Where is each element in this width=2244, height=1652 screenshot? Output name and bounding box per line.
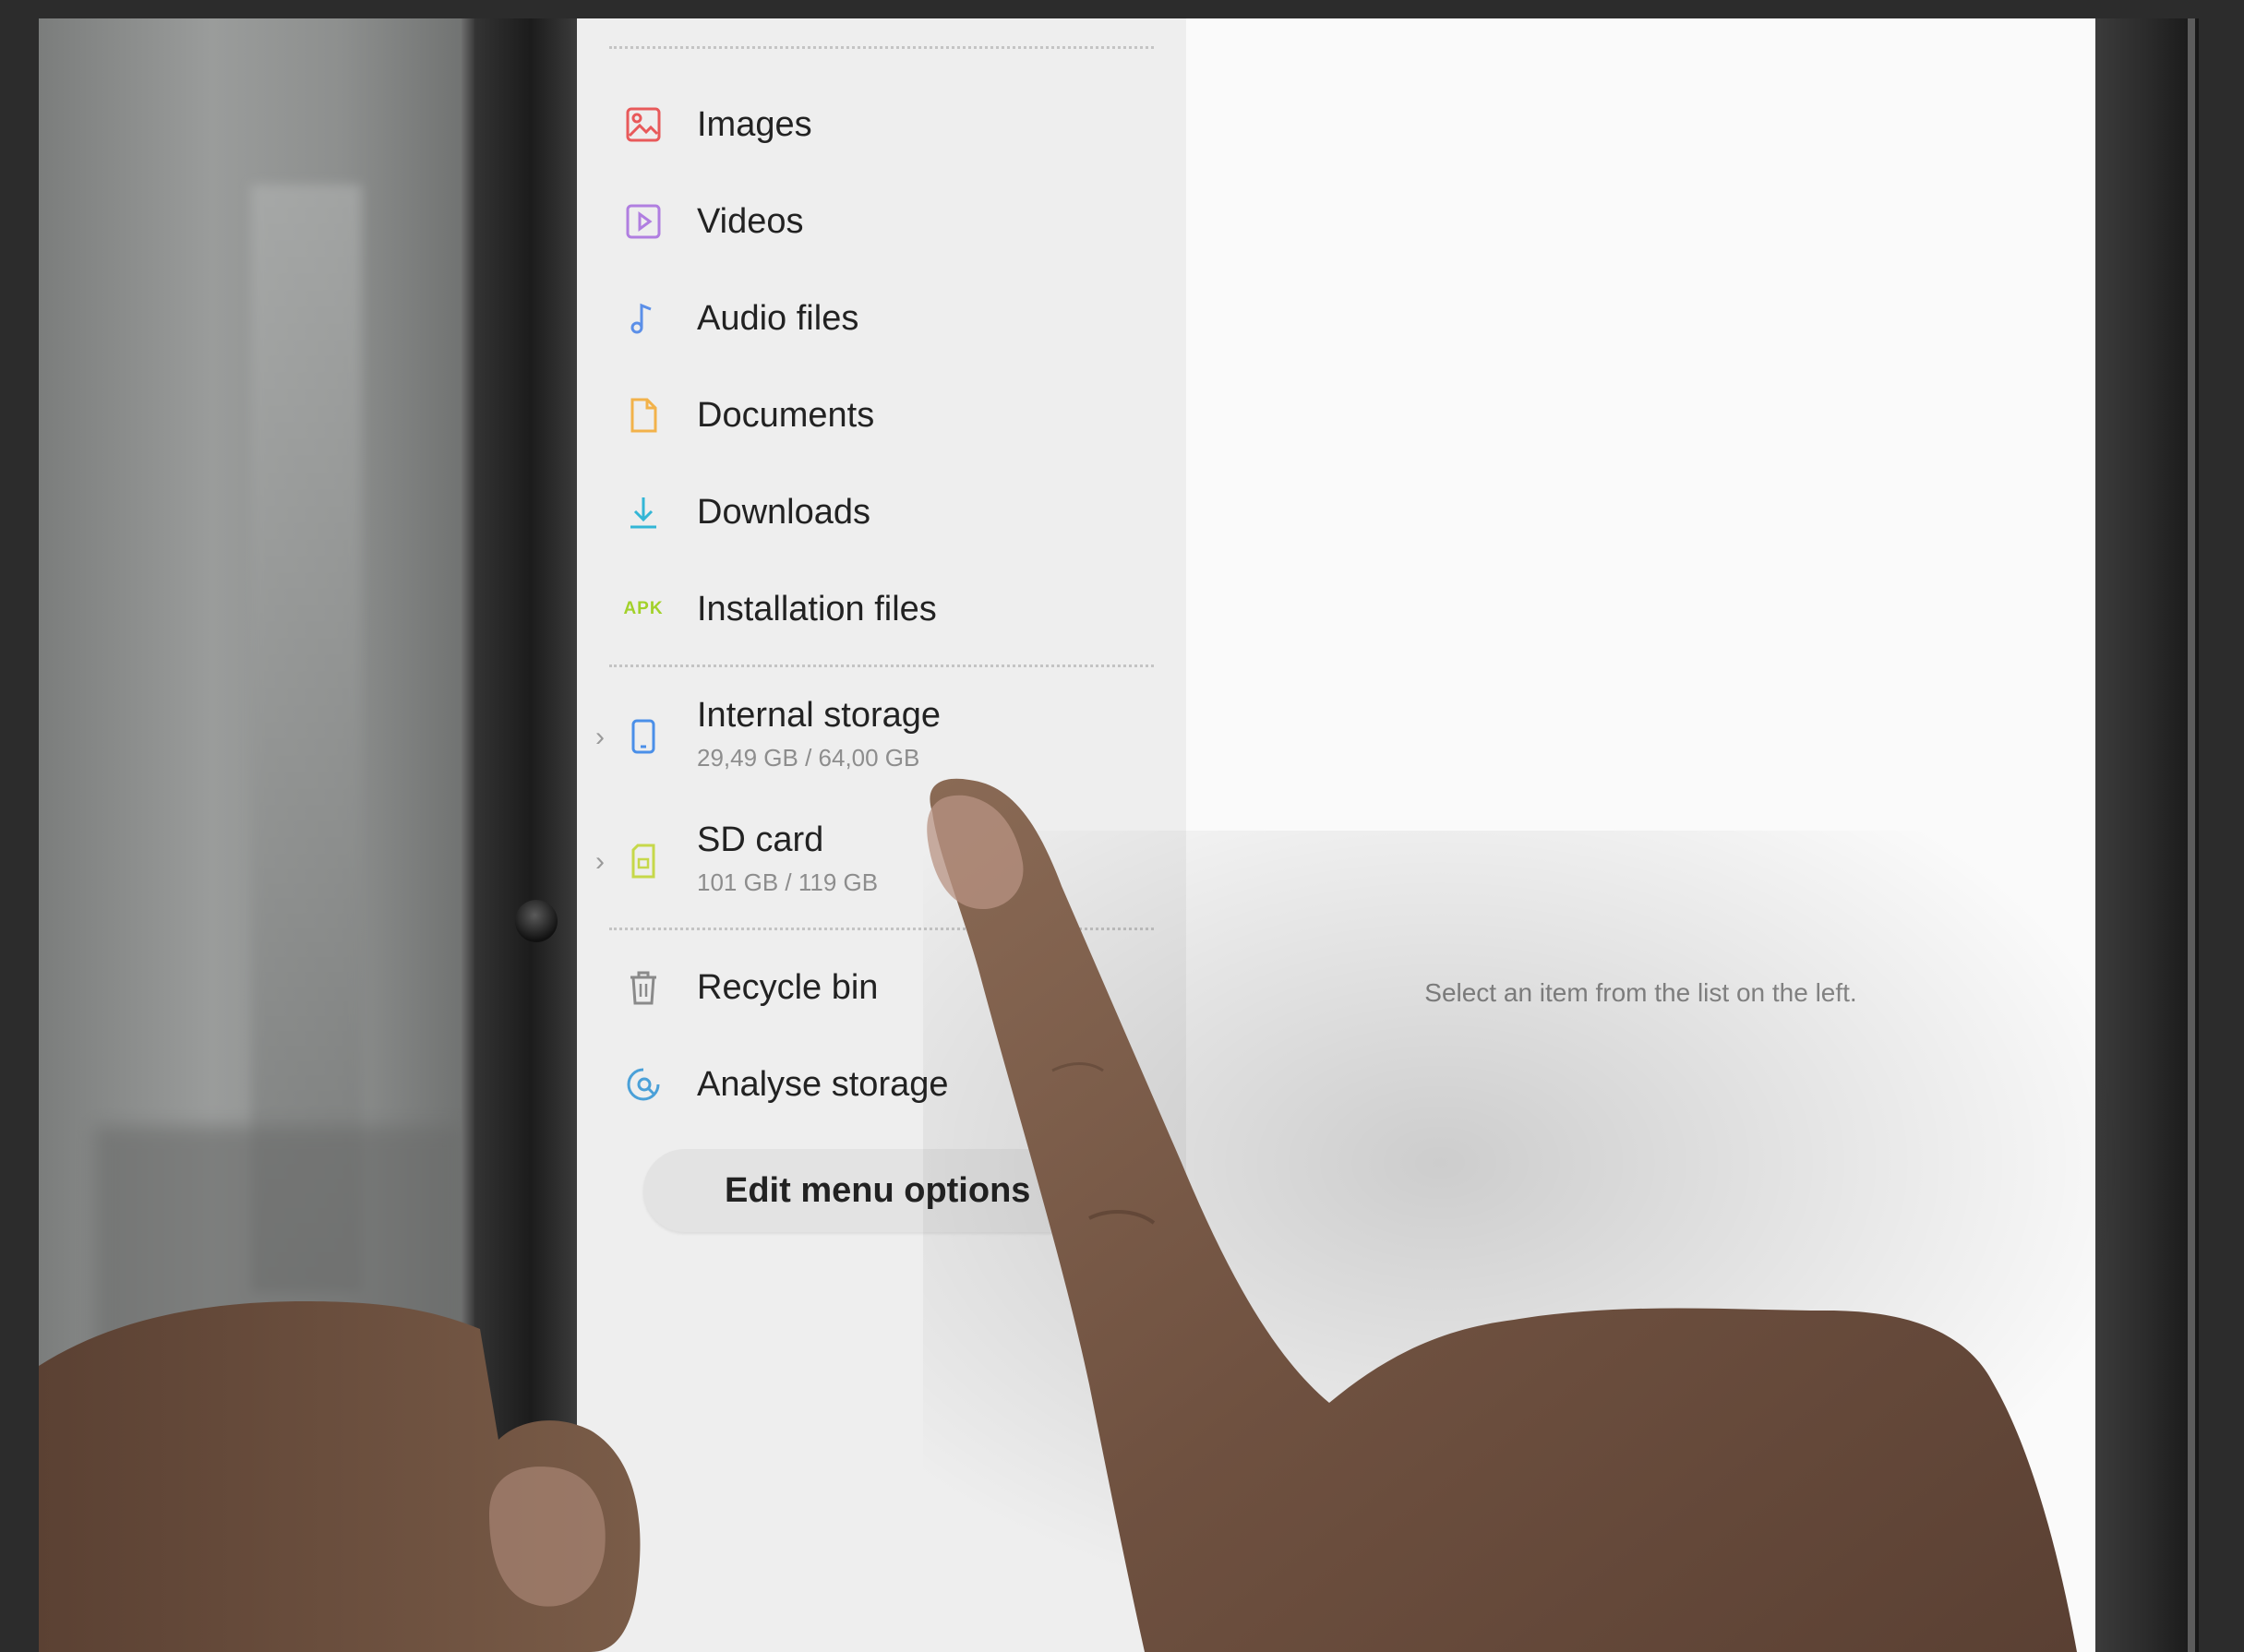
music-note-icon [623, 298, 664, 339]
image-icon [623, 104, 664, 145]
download-icon [623, 492, 664, 533]
tablet-screen: Images Videos Audio files Documents Down… [577, 18, 2095, 1652]
chevron-right-icon[interactable]: › [595, 846, 605, 878]
sidebar: Images Videos Audio files Documents Down… [577, 18, 1186, 1652]
sidebar-item-label: Downloads [697, 492, 870, 532]
video-icon [623, 201, 664, 242]
analyse-storage-icon [623, 1064, 664, 1105]
trash-icon [623, 967, 664, 1008]
sidebar-item-label: Internal storage [697, 696, 942, 735]
bezel-sheen [462, 18, 474, 1652]
sidebar-item-label: SD card [697, 820, 824, 859]
apk-icon-text: APK [623, 599, 664, 618]
tablet-bezel-left [462, 18, 577, 1652]
background-blur [94, 1126, 463, 1587]
sidebar-item-label: Images [697, 104, 812, 144]
sidebar-item-images[interactable]: Images [577, 78, 1186, 171]
bezel-sheen [2188, 18, 2195, 1652]
phone-icon [623, 716, 664, 757]
document-icon [623, 395, 664, 436]
sidebar-item-downloads[interactable]: Downloads [577, 466, 1186, 558]
sidebar-item-recycle-bin[interactable]: Recycle bin [577, 941, 1186, 1034]
sidebar-item-label: Audio files [697, 298, 859, 338]
divider [609, 664, 1154, 667]
divider [609, 928, 1154, 930]
sidebar-item-internal-storage[interactable]: › Internal storage 29,49 GB / 64,00 GB [577, 683, 1186, 792]
sidebar-item-analyse-storage[interactable]: Analyse storage [577, 1038, 1186, 1131]
sd-card-icon [623, 841, 664, 881]
edit-menu-options-button[interactable]: Edit menu options [643, 1149, 1160, 1232]
sidebar-item-audio-files[interactable]: Audio files [577, 272, 1186, 365]
sidebar-item-label: Videos [697, 201, 804, 241]
sidebar-item-label: Documents [697, 395, 875, 435]
screenshot-frame: Images Videos Audio files Documents Down… [0, 0, 2244, 1652]
sidebar-item-installation-files[interactable]: APK Installation files [577, 563, 1186, 655]
chevron-right-icon[interactable]: › [595, 722, 605, 753]
camera-icon [507, 892, 566, 951]
empty-state-hint: Select an item from the list on the left… [1424, 978, 1857, 1007]
sidebar-item-label: Installation files [697, 589, 937, 628]
storage-usage: 29,49 GB / 64,00 GB [697, 744, 920, 772]
sidebar-item-videos[interactable]: Videos [577, 175, 1186, 268]
content-pane: Select an item from the list on the left… [1186, 18, 2095, 1652]
apk-icon: APK [616, 589, 671, 629]
sidebar-item-label: Recycle bin [697, 967, 879, 1007]
sidebar-item-label: Analyse storage [697, 1064, 949, 1104]
tablet-bezel-right [2095, 18, 2199, 1652]
divider [609, 46, 1154, 49]
sidebar-item-documents[interactable]: Documents [577, 369, 1186, 461]
sidebar-item-sd-card[interactable]: › SD card 101 GB / 119 GB [577, 808, 1186, 916]
storage-usage: 101 GB / 119 GB [697, 868, 879, 896]
